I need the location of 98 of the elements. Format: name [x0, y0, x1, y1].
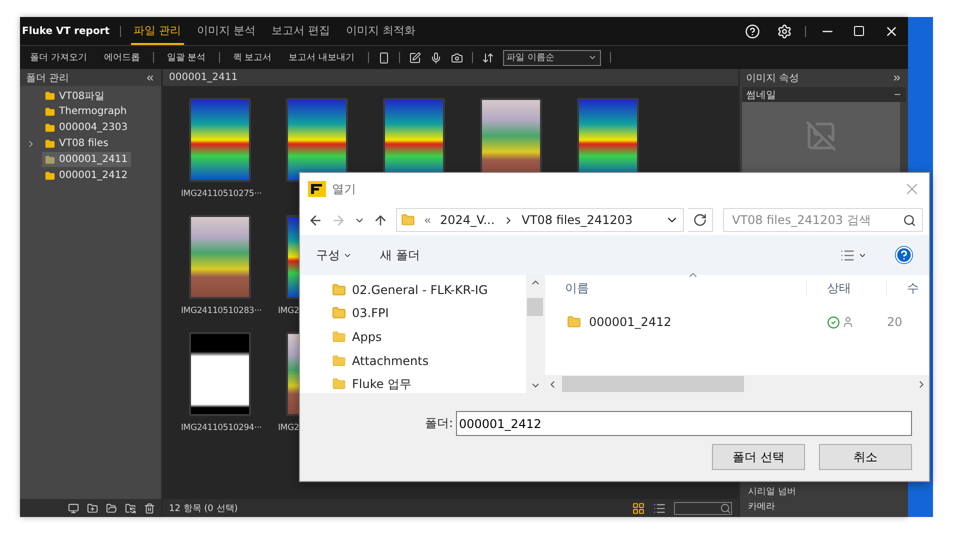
synced-icon: [827, 316, 840, 328]
refresh-icon: [693, 213, 708, 227]
nav-tab[interactable]: 이미지 최적화: [343, 17, 419, 45]
folder-icon: [332, 330, 346, 344]
microphone-icon[interactable]: [430, 52, 442, 64]
forward-arrow-icon: [331, 212, 346, 228]
collapse-icon[interactable]: [145, 72, 155, 82]
nav-tab[interactable]: 보고서 편집: [268, 17, 334, 45]
edit-icon[interactable]: [408, 52, 420, 64]
nav-tab[interactable]: 이미지 분석: [194, 17, 259, 45]
folder-icon: [45, 170, 55, 180]
settings-icon[interactable]: [776, 24, 792, 38]
status-text: 12 항목 (0 선택): [169, 502, 238, 514]
dialog-title: 열기: [332, 180, 356, 198]
overflow-icon[interactable]: [423, 216, 432, 224]
folder-tree-item[interactable]: VT08 files: [42, 136, 112, 151]
field-label: 폴더:: [424, 415, 453, 432]
folder-icon[interactable]: [106, 502, 117, 514]
dialog-button[interactable]: 폴더 선택: [712, 444, 805, 470]
toolbar-button[interactable]: 퀵 보고서: [228, 51, 276, 64]
folder-tree-item[interactable]: Thermograph: [42, 104, 130, 119]
folder-path: 000001_2411: [169, 72, 238, 83]
app-title: Fluke VT report: [22, 26, 110, 36]
column-header[interactable]: 상태: [807, 280, 887, 297]
toolbar-button[interactable]: 일괄 분석: [162, 51, 210, 64]
thermal-photo-placeholder[interactable]: [286, 98, 348, 182]
photo-placeholder[interactable]: [189, 215, 251, 299]
image-off-icon: [805, 120, 837, 152]
folder-tree-item[interactable]: 000001_2411: [42, 152, 131, 167]
navigation-item[interactable]: 02.General - FLK-KR-IG: [332, 281, 526, 299]
help-icon: [895, 246, 913, 264]
folder-icon: [332, 354, 346, 368]
folder-icon: [45, 106, 55, 116]
view-options-button[interactable]: [840, 248, 867, 262]
folder-icon: [567, 315, 581, 329]
file-name: IMG24110510283···: [180, 306, 262, 316]
toolbar-button[interactable]: 보고서 내보내기: [284, 51, 358, 64]
toolbar-button[interactable]: 폴더 가져오기: [26, 51, 91, 64]
folder-icon: [45, 138, 55, 148]
property-label: 시리얼 넘버: [748, 486, 797, 498]
scrollbar[interactable]: [526, 275, 544, 393]
command-button[interactable]: 새 폴더: [380, 246, 420, 264]
address-bar[interactable]: 2024_V... VT08 files_241203: [396, 208, 684, 232]
list-view-icon[interactable]: [653, 502, 666, 514]
expand-icon[interactable]: [892, 72, 902, 82]
sort-select[interactable]: 파일 이름순: [502, 50, 600, 66]
file-name: IMG2: [277, 306, 300, 316]
panel-title: 이미지 속성: [746, 72, 800, 84]
folder-icon: [45, 154, 55, 164]
navigation-item[interactable]: Apps: [332, 328, 526, 346]
file-name: IMG2: [277, 423, 300, 433]
section-title: 썸네일: [746, 88, 776, 102]
property-label: 카메라: [748, 501, 776, 513]
folder-sync-icon[interactable]: [125, 502, 136, 514]
folder-input[interactable]: 000001_2412: [456, 411, 912, 436]
panel-title: 폴더 관리: [26, 72, 70, 84]
folder-tree-item[interactable]: 000004_2303: [42, 120, 131, 135]
grid-view-icon[interactable]: [632, 502, 645, 514]
monitor-icon[interactable]: [68, 502, 79, 514]
folder-icon: [45, 90, 55, 100]
column-header[interactable]: 이름: [545, 280, 807, 297]
folder-tree-item[interactable]: VT08파일: [42, 88, 108, 103]
folder-icon: [332, 377, 346, 392]
command-button[interactable]: 구성: [316, 246, 352, 264]
dropdown-icon: [588, 53, 596, 62]
breadcrumb-item[interactable]: 2024_V...: [440, 213, 495, 227]
column-header[interactable]: 수: [887, 280, 917, 297]
maximize-icon[interactable]: [853, 25, 865, 37]
folder-icon: [401, 213, 415, 227]
help-button[interactable]: [895, 246, 913, 264]
thermal-photo-placeholder[interactable]: [189, 98, 251, 182]
search-field[interactable]: [674, 502, 732, 514]
refresh-button[interactable]: [688, 208, 713, 232]
new-folder-icon[interactable]: [87, 502, 98, 514]
dialog-button[interactable]: 취소: [819, 444, 912, 470]
toolbar-button[interactable]: 에어드롭: [100, 51, 144, 64]
sort-icon[interactable]: [482, 52, 494, 64]
navigation-item[interactable]: 03.FPI: [332, 304, 526, 322]
file-name: IMG24110510275···: [180, 189, 262, 199]
details-view-icon: [840, 248, 855, 262]
breadcrumb-item[interactable]: VT08 files_241203: [522, 213, 633, 227]
navigation-item[interactable]: Attachments: [332, 352, 526, 370]
folder-tree-item[interactable]: 000001_2412: [42, 168, 131, 183]
folder-icon: [45, 122, 55, 132]
file-name[interactable]: 000001_2412: [545, 315, 807, 329]
search-icon: [720, 502, 731, 514]
scrollbar-thumb[interactable]: [527, 298, 543, 316]
camera-icon[interactable]: [450, 52, 462, 64]
table-cell: 20: [887, 315, 902, 329]
navigation-item[interactable]: Fluke 업무: [332, 375, 526, 393]
delete-icon[interactable]: [144, 502, 155, 514]
device-icon[interactable]: [378, 52, 390, 64]
search-icon: [903, 214, 916, 226]
thermal-photo-placeholder[interactable]: [189, 332, 251, 416]
person-icon: [842, 316, 854, 328]
file-name: IMG24110510294···: [180, 423, 262, 433]
help-icon[interactable]: [744, 24, 760, 38]
app-logo-icon: [308, 181, 326, 197]
